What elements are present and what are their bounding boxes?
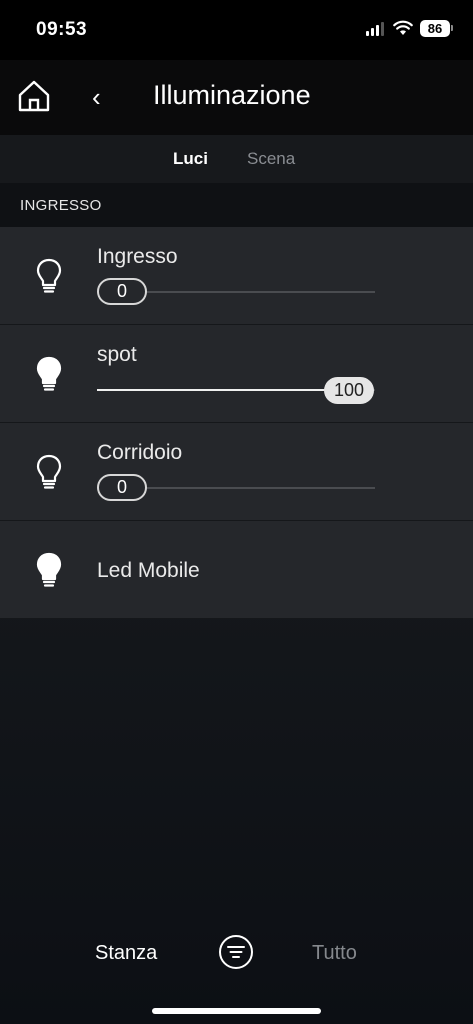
nav-tutto[interactable]: Tutto [312,942,357,965]
bulb-filled-icon[interactable] [34,355,64,393]
light-name: Corridoio [97,441,183,464]
light-row-ingresso[interactable]: Ingresso 0 [0,227,473,325]
light-name: Ingresso [97,245,178,268]
dimmer-value-knob[interactable]: 0 [97,278,147,305]
header: ‹ Illuminazione [0,60,473,135]
light-row-spot[interactable]: spot 100 [0,325,473,423]
page-title: Illuminazione [153,80,311,110]
dimmer-fill [97,389,325,391]
filter-icon[interactable] [218,934,254,970]
home-icon[interactable] [16,78,52,114]
status-time: 09:53 [36,19,88,40]
section-label: INGRESSO [20,197,102,214]
light-name: Led Mobile [97,559,200,582]
light-row-corridoio[interactable]: Corridoio 0 [0,423,473,521]
home-indicator [152,1008,321,1014]
dimmer-value-knob[interactable]: 100 [324,377,374,404]
battery-cap [451,25,453,31]
bulb-outline-icon[interactable] [34,257,64,295]
back-button[interactable]: ‹ [92,82,112,112]
light-row-led-mobile[interactable]: Led Mobile [0,521,473,619]
battery-icon: 86 [420,20,450,37]
status-bar: 09:53 86 [0,0,473,60]
tab-scena[interactable]: Scena [247,149,295,169]
tab-luci[interactable]: Luci [173,149,208,169]
nav-stanza[interactable]: Stanza [95,942,157,965]
bulb-outline-icon[interactable] [34,453,64,491]
bulb-filled-icon[interactable] [34,551,64,589]
light-name: spot [97,343,137,366]
room-section-header: INGRESSO [0,183,473,227]
tab-bar: Luci Scena [0,135,473,183]
dimmer-value-knob[interactable]: 0 [97,474,147,501]
bottom-nav: Stanza Tutto [0,925,473,985]
cellular-signal-icon [366,22,386,36]
wifi-icon [393,20,413,35]
